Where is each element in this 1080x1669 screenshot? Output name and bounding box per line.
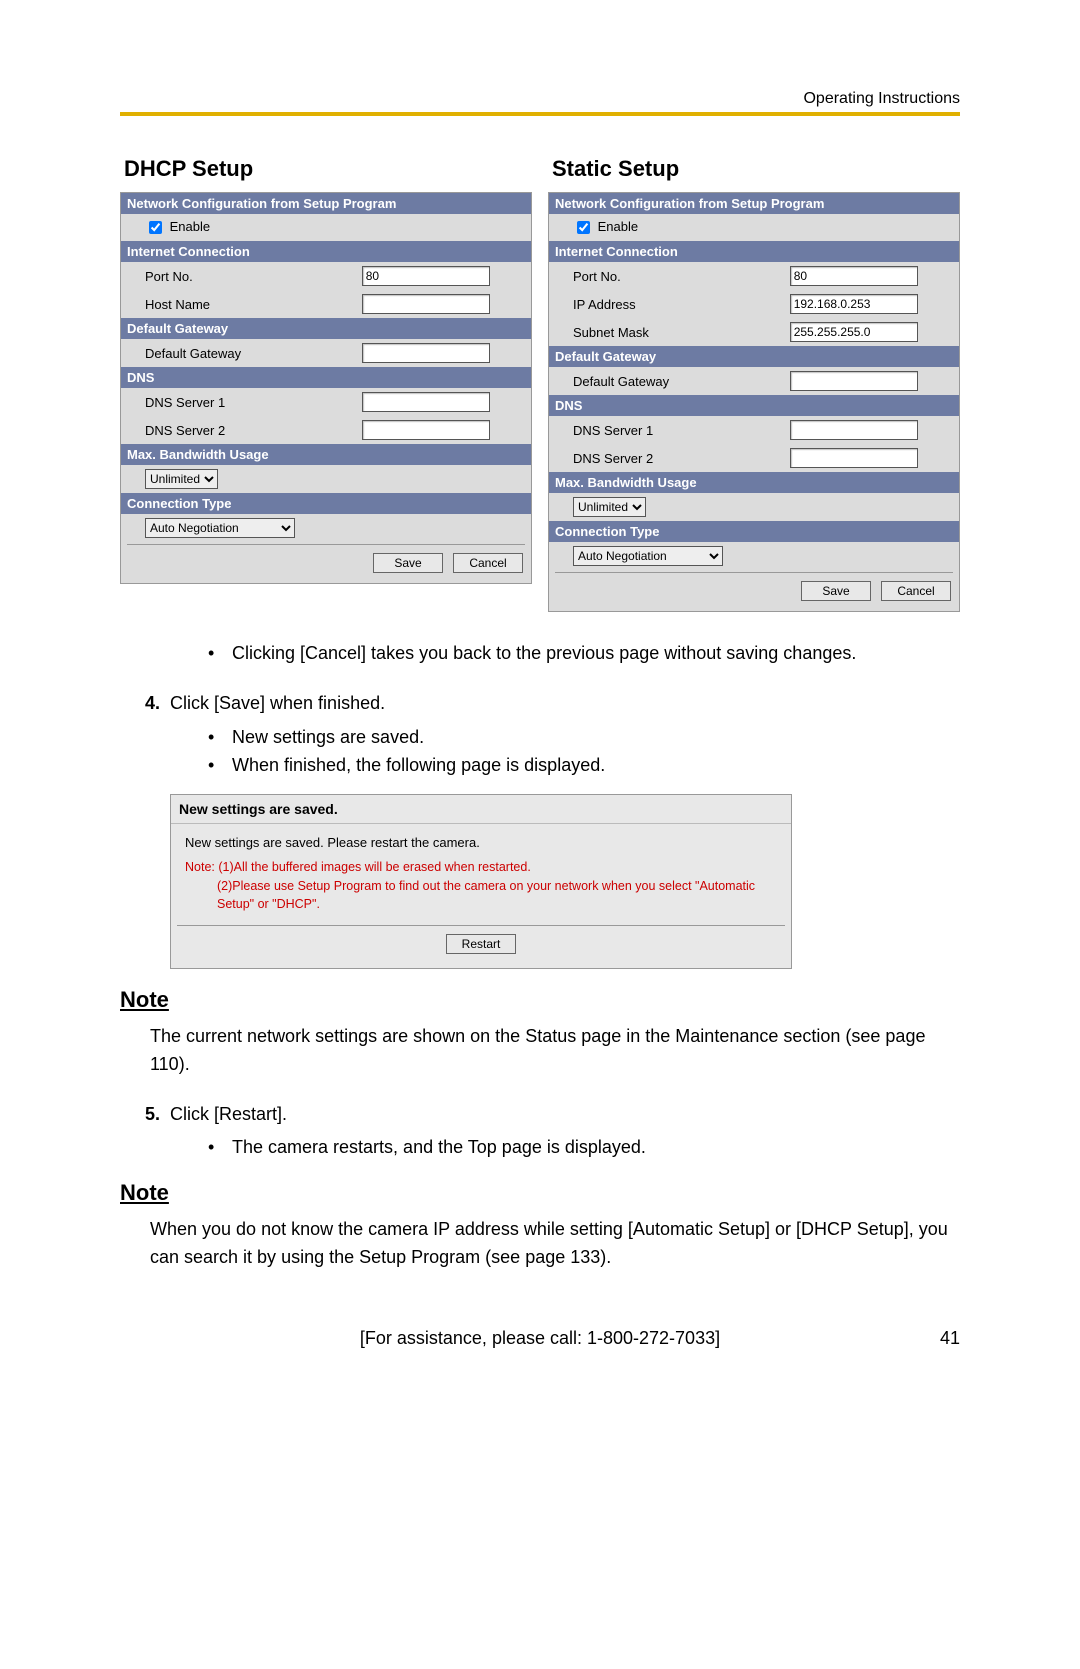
note-2-body: When you do not know the camera IP addre… [150,1216,950,1272]
static-ct-header: Connection Type [549,521,959,542]
static-ip-input[interactable] [790,294,918,314]
static-dns2-label: DNS Server 2 [557,451,790,466]
step-4-number: 4. [120,690,170,718]
dhcp-column: DHCP Setup Network Configuration from Se… [120,156,532,612]
static-gw-header: Default Gateway [549,346,959,367]
dhcp-ct-header: Connection Type [121,493,531,514]
dhcp-dns1-input[interactable] [362,392,490,412]
dhcp-divider [127,544,525,545]
dhcp-cancel-button[interactable]: Cancel [453,553,523,573]
dhcp-save-button[interactable]: Save [373,553,443,573]
static-save-button[interactable]: Save [801,581,871,601]
note-1-body: The current network settings are shown o… [150,1023,950,1079]
step-4-bullet-1: •New settings are saved. [208,724,960,752]
footer-assist: [For assistance, please call: 1-800-272-… [170,1328,910,1349]
restart-button[interactable]: Restart [446,934,516,954]
dhcp-dns2-label: DNS Server 2 [129,423,362,438]
saved-title: New settings are saved. [171,795,791,824]
static-title: Static Setup [552,156,960,182]
static-mask-input[interactable] [790,322,918,342]
dhcp-host-label: Host Name [129,297,362,312]
static-column: Static Setup Network Configuration from … [548,156,960,612]
static-bw-header: Max. Bandwidth Usage [549,472,959,493]
static-dns1-label: DNS Server 1 [557,423,790,438]
note-heading-2: Note [120,1180,960,1206]
dhcp-enable-label: Enable [170,219,210,234]
dhcp-dns2-input[interactable] [362,420,490,440]
header-rule [120,112,960,116]
dhcp-dns1-label: DNS Server 1 [129,395,362,410]
static-mask-label: Subnet Mask [557,325,790,340]
dhcp-port-input[interactable] [362,266,490,286]
dhcp-ct-select[interactable]: Auto Negotiation [145,518,295,538]
static-dns-header: DNS [549,395,959,416]
static-ip-label: IP Address [557,297,790,312]
dhcp-enable-checkbox[interactable] [149,221,162,234]
static-port-input[interactable] [790,266,918,286]
dhcp-netcfg-header: Network Configuration from Setup Program [121,193,531,214]
static-netcfg-header: Network Configuration from Setup Program [549,193,959,214]
dhcp-bw-header: Max. Bandwidth Usage [121,444,531,465]
saved-settings-box: New settings are saved. New settings are… [170,794,792,969]
page-number: 41 [910,1328,960,1349]
static-inet-header: Internet Connection [549,241,959,262]
static-dns2-input[interactable] [790,448,918,468]
step-4-text: Click [Save] when finished. [170,690,385,718]
dhcp-host-input[interactable] [362,294,490,314]
static-panel: Network Configuration from Setup Program… [548,192,960,612]
static-dns1-input[interactable] [790,420,918,440]
saved-divider [177,925,785,926]
dhcp-gw-input[interactable] [362,343,490,363]
static-cancel-button[interactable]: Cancel [881,581,951,601]
dhcp-gw-label: Default Gateway [129,346,362,361]
dhcp-title: DHCP Setup [124,156,532,182]
saved-note-2: (2)Please use Setup Program to find out … [185,877,777,913]
static-bw-select[interactable]: Unlimited [573,497,646,517]
cancel-note-bullet: • Clicking [Cancel] takes you back to th… [208,640,960,668]
static-enable-checkbox[interactable] [577,221,590,234]
step-5-number: 5. [120,1101,170,1129]
dhcp-panel: Network Configuration from Setup Program… [120,192,532,584]
static-divider [555,572,953,573]
saved-note-1: (1)All the buffered images will be erase… [218,860,530,874]
doc-section-label: Operating Instructions [120,90,960,108]
step-5-text: Click [Restart]. [170,1101,287,1129]
dhcp-dns-header: DNS [121,367,531,388]
static-gw-label: Default Gateway [557,374,790,389]
step-5-bullet-1: •The camera restarts, and the Top page i… [208,1134,960,1162]
dhcp-inet-header: Internet Connection [121,241,531,262]
note-heading-1: Note [120,987,960,1013]
dhcp-gw-header: Default Gateway [121,318,531,339]
saved-note-prefix: Note: [185,860,215,874]
dhcp-bw-select[interactable]: Unlimited [145,469,218,489]
saved-line-1: New settings are saved. Please restart t… [185,834,777,853]
step-4-bullet-2: •When finished, the following page is di… [208,752,960,780]
static-port-label: Port No. [557,269,790,284]
dhcp-port-label: Port No. [129,269,362,284]
static-enable-label: Enable [598,219,638,234]
static-ct-select[interactable]: Auto Negotiation [573,546,723,566]
static-gw-input[interactable] [790,371,918,391]
